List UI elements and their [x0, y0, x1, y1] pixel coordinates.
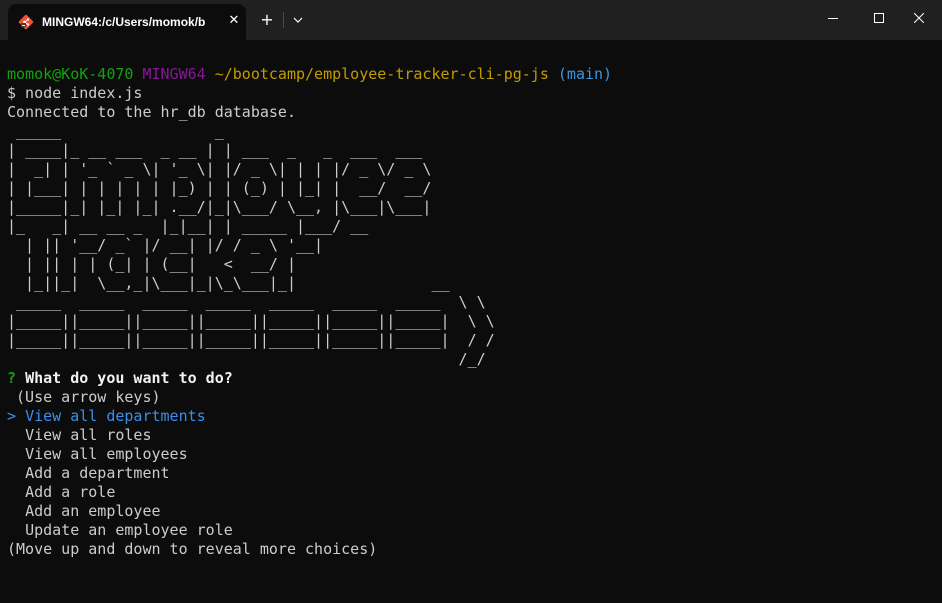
choice-label: View all roles [25, 426, 152, 444]
maximize-icon [874, 13, 884, 23]
choice-label: View all departments [25, 407, 206, 425]
choice-item-selected[interactable]: > View all departments [7, 407, 937, 426]
terminal-tab[interactable]: MINGW64:/c/Users/momok/b ✕ [8, 4, 246, 40]
tab-divider [283, 12, 284, 28]
ascii-banner: _____ _ | ____|_ __ ___ _ __ | | ___ _ _… [7, 122, 495, 368]
chevron-down-icon[interactable] [289, 11, 307, 29]
new-tab-button[interactable]: + [258, 11, 276, 29]
choice-label: Add an employee [25, 502, 161, 520]
choice-item[interactable]: Update an employee role [7, 521, 937, 540]
tab-title: MINGW64:/c/Users/momok/b [42, 15, 206, 29]
title-bar: MINGW64:/c/Users/momok/b ✕ + [0, 0, 942, 40]
choice-item[interactable]: View all roles [7, 426, 937, 445]
choice-label: Update an employee role [25, 521, 233, 539]
prompt-system: MINGW64 [142, 65, 206, 83]
choice-label: Add a role [25, 483, 116, 501]
close-icon [914, 13, 924, 23]
selection-pointer: > [7, 407, 17, 425]
command-line: $ node index.js [7, 84, 143, 102]
minimize-icon [828, 18, 838, 19]
question-text: What do you want to do? [25, 369, 233, 387]
connected-message: Connected to the hr_db database. [7, 103, 296, 121]
terminal-output[interactable]: momok@KoK-4070 MINGW64 ~/bootcamp/employ… [7, 65, 937, 595]
close-tab-icon[interactable]: ✕ [226, 13, 242, 29]
choice-item[interactable]: Add a role [7, 483, 937, 502]
minimize-button[interactable] [810, 0, 856, 36]
shell-prompt: momok@KoK-4070 MINGW64 ~/bootcamp/employ… [7, 65, 937, 84]
choice-item[interactable]: Add an employee [7, 502, 937, 521]
inquirer-question: ? What do you want to do? [7, 369, 937, 388]
question-hint: (Use arrow keys) [7, 388, 161, 406]
prompt-branch: (main) [557, 65, 613, 83]
terminal-window: MINGW64:/c/Users/momok/b ✕ + momok@KoK-4… [0, 0, 942, 603]
question-mark: ? [7, 369, 17, 387]
choice-label: View all employees [25, 445, 188, 463]
git-bash-icon [18, 14, 34, 30]
more-choices-hint: (Move up and down to reveal more choices… [7, 540, 378, 558]
prompt-user-host: momok@KoK-4070 [7, 65, 134, 83]
choice-label: Add a department [25, 464, 170, 482]
close-window-button[interactable] [896, 0, 942, 36]
choice-item[interactable]: View all employees [7, 445, 937, 464]
choice-item[interactable]: Add a department [7, 464, 937, 483]
prompt-path: ~/bootcamp/employee-tracker-cli-pg-js [214, 65, 549, 83]
